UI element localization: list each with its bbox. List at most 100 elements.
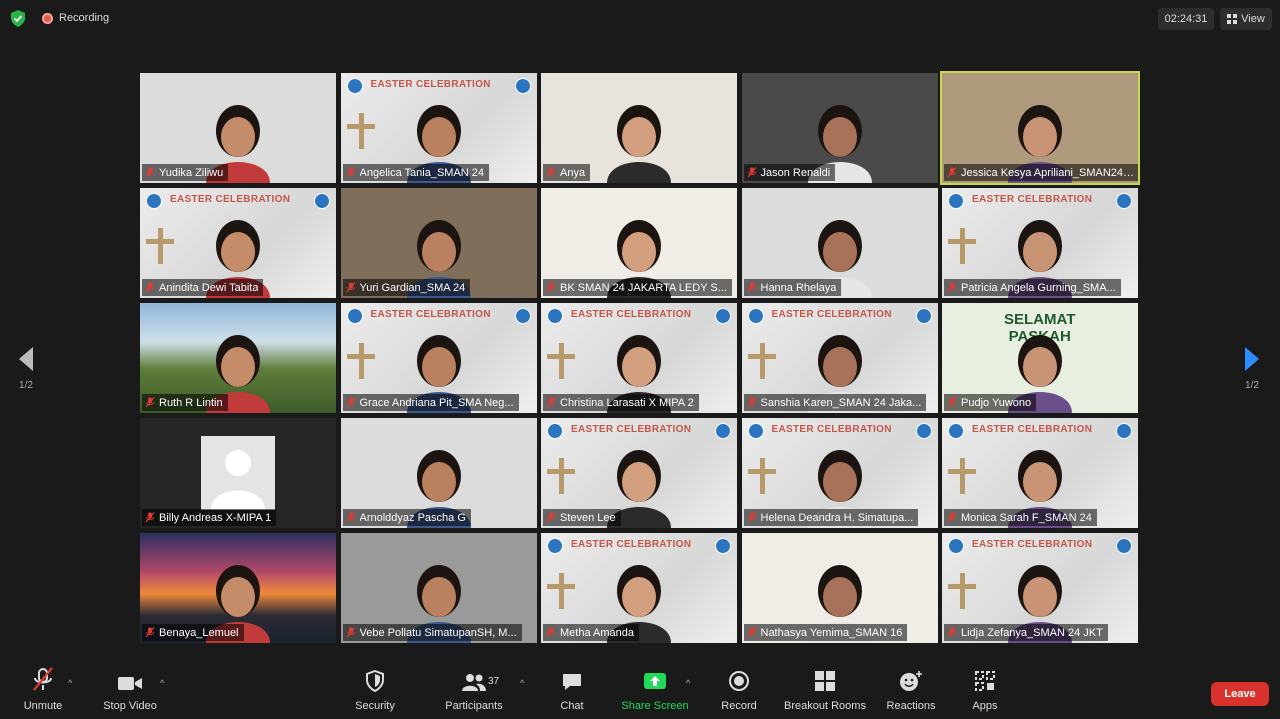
participant-nameplate: Steven Lee [543, 509, 621, 526]
participant-video-tile[interactable]: Hanna Rhelaya [741, 188, 938, 298]
school-logo-icon [715, 423, 731, 439]
participant-name: Angelica Tania_SMAN 24 [359, 166, 485, 179]
participant-nameplate: Hanna Rhelaya [743, 279, 842, 296]
participants-count: 37 [488, 676, 500, 687]
muted-mic-icon [947, 167, 957, 178]
participant-name: Grace Andriana Pit_SMA Neg... [359, 396, 514, 409]
participant-video-tile[interactable]: Nathasya Yemima_SMAN 16 [741, 533, 938, 643]
apps-button[interactable]: Apps [962, 664, 1008, 719]
chat-label: Chat [560, 700, 584, 712]
share-screen-button[interactable]: Share Screen [620, 664, 690, 719]
participant-nameplate: Yuri Gardian_SMA 24 [342, 279, 471, 296]
reactions-button[interactable]: Reactions [882, 664, 940, 719]
participant-video-tile[interactable]: EASTER CELEBRATION Monica Sarah F_SMAN 24 [942, 418, 1138, 528]
participant-video-tile[interactable]: Anya [541, 73, 737, 183]
muted-mic-icon [747, 397, 756, 408]
participant-name: Steven Lee [560, 511, 616, 524]
participant-video-tile[interactable]: EASTER CELEBRATION Lidja Zefanya_SMAN 24 … [942, 533, 1138, 643]
cross-icon [948, 458, 976, 494]
participant-video-tile[interactable]: Arnolddyaz Pascha G [340, 418, 537, 528]
participant-video-tile[interactable]: Yudika Ziliwu [140, 73, 336, 183]
school-logo-icon [346, 78, 363, 94]
record-button[interactable]: Record [716, 664, 762, 719]
reactions-smiley-icon [900, 671, 922, 691]
participant-nameplate: Jason Renaldi [743, 164, 836, 181]
participant-video-tile[interactable]: Billy Andreas X-MIPA 1 [140, 418, 336, 528]
next-page-button[interactable]: 1/2 [1232, 346, 1272, 391]
participant-video-tile[interactable]: Yuri Gardian_SMA 24 [340, 188, 537, 298]
participant-video-tile[interactable]: BK SMAN 24 JAKARTA LEDY S... [541, 188, 737, 298]
leave-button[interactable]: Leave [1211, 682, 1269, 706]
participant-video-tile[interactable]: Benaya_Lemuel [140, 533, 336, 643]
muted-mic-icon [346, 167, 355, 178]
muted-mic-icon [747, 282, 756, 293]
participants-button[interactable]: Participants [440, 664, 508, 719]
video-options-caret-icon[interactable]: ^ [160, 678, 164, 688]
security-label: Security [355, 700, 395, 712]
participant-video-tile[interactable]: Ruth R Lintin [140, 303, 336, 413]
participant-video-tile[interactable]: SELAMATPASKAHPudjo Yuwono [942, 303, 1138, 413]
cross-icon [146, 228, 174, 264]
participant-nameplate: Christina Larasati X MIPA 2 [543, 394, 699, 411]
view-button[interactable]: View [1220, 8, 1272, 30]
cross-icon [346, 113, 375, 149]
participant-video-tile[interactable]: EASTER CELEBRATION Christina Larasati X M… [541, 303, 737, 413]
participants-options-caret-icon[interactable]: ^ [520, 678, 524, 688]
chat-button[interactable]: Chat [550, 664, 594, 719]
meeting-timer: 02:24:31 [1158, 8, 1214, 30]
participant-name: Ruth R Lintin [159, 396, 223, 409]
participant-video-tile[interactable]: Jessica Kesya Apriliani_SMAN24J... [940, 71, 1140, 185]
stop-video-button[interactable]: Stop Video [98, 664, 162, 719]
school-logo-icon [547, 308, 563, 324]
participant-video-tile[interactable]: EASTER CELEBRATION Helena Deandra H. Sima… [741, 418, 938, 528]
share-screen-icon [644, 673, 666, 689]
muted-mic-icon [346, 282, 355, 293]
participant-video-tile[interactable]: EASTER CELEBRATION Grace Andriana Pit_SMA… [340, 303, 537, 413]
participant-nameplate: Sanshia Karen_SMAN 24 Jaka... [743, 394, 927, 411]
participant-name: Vebe Pollatu SimatupanSH, M... [359, 626, 517, 639]
recording-dot-icon [42, 12, 53, 24]
school-logo-icon [715, 308, 731, 324]
participant-name: Billy Andreas X-MIPA 1 [159, 511, 272, 524]
encryption-shield-icon[interactable] [10, 10, 26, 27]
arrow-left-icon [19, 347, 33, 371]
muted-mic-icon [747, 512, 756, 523]
share-options-caret-icon[interactable]: ^ [686, 678, 690, 688]
participant-nameplate: Monica Sarah F_SMAN 24 [944, 509, 1097, 526]
participant-video-tile[interactable]: EASTER CELEBRATION Patricia Angela Gurnin… [942, 188, 1138, 298]
audio-options-caret-icon[interactable]: ^ [68, 678, 72, 688]
participant-nameplate: Angelica Tania_SMAN 24 [342, 164, 490, 181]
participant-name: Monica Sarah F_SMAN 24 [961, 511, 1092, 524]
muted-mic-icon [145, 512, 155, 523]
participant-name: Nathasya Yemima_SMAN 16 [760, 626, 903, 639]
school-logo-icon [1116, 423, 1132, 439]
muted-mic-icon [346, 627, 355, 638]
participant-nameplate: Pudjo Yuwono [944, 394, 1037, 411]
participant-video-tile[interactable]: EASTER CELEBRATION Metha Amanda [541, 533, 737, 643]
participant-name: Jason Renaldi [760, 166, 831, 179]
participant-nameplate: BK SMAN 24 JAKARTA LEDY S... [543, 279, 732, 296]
school-logo-icon [1116, 538, 1132, 554]
participant-video-tile[interactable]: EASTER CELEBRATION Anindita Dewi Tabita [140, 188, 336, 298]
participant-nameplate: Helena Deandra H. Simatupa... [743, 509, 919, 526]
record-label: Record [721, 700, 757, 712]
participant-video-tile[interactable]: EASTER CELEBRATION Sanshia Karen_SMAN 24 … [741, 303, 938, 413]
muted-mic-icon [145, 397, 155, 408]
unmute-button[interactable]: Unmute [14, 664, 72, 719]
participant-video-tile[interactable]: EASTER CELEBRATION Angelica Tania_SMAN 24 [340, 73, 537, 183]
security-button[interactable]: Security [350, 664, 400, 719]
participant-name: Anya [560, 166, 586, 179]
participant-video-tile[interactable]: Jason Renaldi [741, 73, 938, 183]
participant-video-tile[interactable]: Vebe Pollatu SimatupanSH, M... [340, 533, 537, 643]
recording-indicator[interactable]: Recording [42, 12, 109, 24]
participant-name: Yudika Ziliwu [159, 166, 224, 179]
prev-page-button[interactable]: 1/2 [6, 346, 46, 391]
unmute-label: Unmute [23, 700, 63, 712]
apps-label: Apps [972, 700, 998, 712]
cross-icon [346, 343, 375, 379]
muted-mic-icon [546, 282, 556, 293]
breakout-rooms-icon [815, 671, 835, 691]
participant-video-tile[interactable]: EASTER CELEBRATION Steven Lee [541, 418, 737, 528]
grid-view-icon [1227, 14, 1238, 24]
breakout-rooms-button[interactable]: Breakout Rooms [780, 664, 870, 719]
